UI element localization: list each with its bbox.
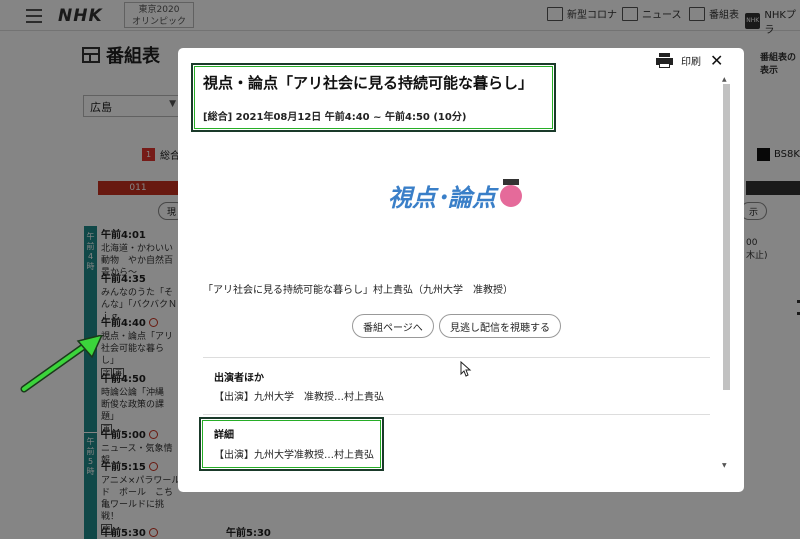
program-logo-image: 視点･論点 <box>354 139 556 252</box>
program-page-button[interactable]: 番組ページへ <box>352 314 434 338</box>
watch-catchup-button[interactable]: 見逃し配信を視聴する <box>439 314 561 338</box>
section-divider <box>203 357 710 358</box>
close-icon[interactable]: ✕ <box>710 52 723 70</box>
detail-heading: 詳細 <box>214 430 234 441</box>
mouse-cursor-icon <box>460 361 472 377</box>
scroll-down-icon[interactable]: ▼ <box>722 462 727 469</box>
scroll-up-icon[interactable]: ▲ <box>722 76 727 83</box>
section-divider <box>203 414 710 415</box>
program-description: 「アリ社会に見る持続可能な暮らし」村上貴弘（九州大学 准教授） <box>203 285 513 296</box>
printer-icon <box>656 53 673 68</box>
mascot-icon <box>500 178 522 207</box>
print-label: 印刷 <box>681 57 701 68</box>
annotation-arrow-icon <box>20 335 103 393</box>
modal-scrollbar-thumb[interactable] <box>723 84 730 390</box>
modal-title: 視点・論点「アリ社会に見る持続可能な暮らし」 <box>203 74 534 92</box>
print-button[interactable]: 印刷 <box>656 53 701 68</box>
cast-value: 【出演】九州大学 准教授…村上貴弘 <box>214 392 384 403</box>
detail-value: 【出演】九州大学准教授…村上貴弘 <box>214 450 374 461</box>
cast-heading: 出演者ほか <box>214 373 264 384</box>
program-logo-text: 視点･論点 <box>388 184 496 212</box>
modal-broadcast-date: [総合] 2021年08月12日 午前4:40 ~ 午前4:50 (10分) <box>203 112 467 123</box>
